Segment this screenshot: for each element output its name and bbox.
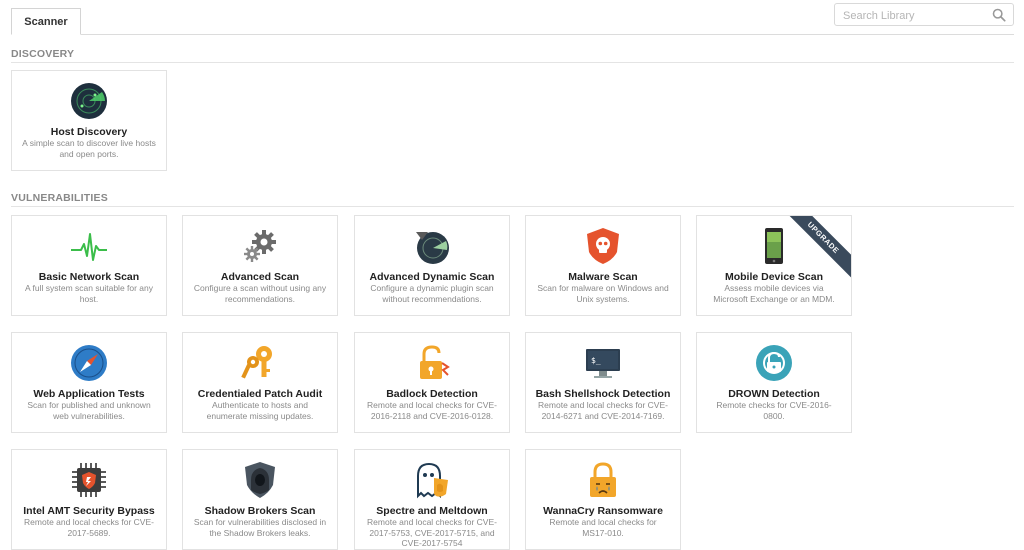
search-box[interactable]: [834, 3, 1014, 26]
card-description: Scan for malware on Windows and Unix sys…: [537, 283, 669, 304]
gears-icon: [240, 226, 280, 266]
card-description: Assess mobile devices via Microsoft Exch…: [713, 283, 835, 304]
card-description: Remote and local checks for CVE-2016-211…: [367, 400, 497, 421]
card-title: Host Discovery: [50, 126, 128, 138]
card-title: Malware Scan: [568, 271, 638, 283]
card-description: Scan for vulnerabilities disclosed in th…: [193, 517, 327, 538]
dynamic-radar-icon: [412, 226, 452, 266]
pulse-icon: [69, 226, 109, 266]
scan-card-host-discovery[interactable]: Host Discovery A simple scan to discover…: [11, 70, 167, 171]
lifebuoy-lock-icon: [754, 343, 794, 383]
card-title: Basic Network Scan: [38, 271, 140, 283]
mobile-phone-icon: [754, 226, 794, 266]
card-description: Configure a dynamic plugin scan without …: [370, 283, 494, 304]
scan-card-advanced-dynamic[interactable]: Advanced Dynamic Scan Configure a dynami…: [354, 215, 510, 316]
scan-card-shadow-brokers[interactable]: Shadow Brokers Scan Scan for vulnerabili…: [182, 449, 338, 550]
compass-icon: [69, 343, 109, 383]
card-title: WannaCry Ransomware: [543, 505, 663, 517]
card-description: Remote and local checks for MS17-010.: [549, 517, 657, 538]
card-title: Spectre and Meltdown: [376, 505, 488, 517]
search-input[interactable]: [841, 7, 990, 25]
magnifier-icon[interactable]: [992, 8, 1006, 22]
card-title: Shadow Brokers Scan: [204, 505, 316, 517]
card-description: Configure a scan without using any recom…: [193, 283, 327, 304]
card-description: Authenticate to hosts and enumerate miss…: [206, 400, 314, 421]
radar-icon: [69, 81, 109, 121]
card-description: A simple scan to discover live hosts and…: [22, 138, 156, 159]
scan-card-drown[interactable]: DROWN Detection Remote checks for CVE-20…: [696, 332, 852, 433]
scan-card-spectre-meltdown[interactable]: Spectre and Meltdown Remote and local ch…: [354, 449, 510, 550]
card-title: Advanced Scan: [220, 271, 300, 283]
card-description: Remote and local checks for CVE-2014-627…: [538, 400, 668, 421]
scan-card-intel-amt[interactable]: Intel AMT Security Bypass Remote and loc…: [11, 449, 167, 550]
section-title-discovery: DISCOVERY: [11, 48, 75, 60]
broken-lock-icon: [412, 343, 452, 383]
scan-card-basic-network[interactable]: Basic Network Scan A full system scan su…: [11, 215, 167, 316]
scan-card-credentialed-patch[interactable]: Credentialed Patch Audit Authenticate to…: [182, 332, 338, 433]
card-description: Scan for published and unknown web vulne…: [27, 400, 151, 421]
scan-card-wannacry[interactable]: WannaCry Ransomware Remote and local che…: [525, 449, 681, 550]
card-title: Web Application Tests: [33, 388, 145, 400]
tab-bar: Scanner: [0, 0, 1024, 36]
section-title-vulnerabilities: VULNERABILITIES: [11, 192, 108, 204]
svg-text:$_: $_: [591, 356, 601, 365]
tab-underline: [11, 34, 1014, 35]
card-description: A full system scan suitable for any host…: [24, 283, 154, 304]
scan-card-web-application[interactable]: Web Application Tests Scan for published…: [11, 332, 167, 433]
scan-card-bash-shellshock[interactable]: $_ Bash Shellshock Detection Remote and …: [525, 332, 681, 433]
card-description: Remote and local checks for CVE-2017-568…: [24, 517, 154, 538]
scan-card-badlock[interactable]: Badlock Detection Remote and local check…: [354, 332, 510, 433]
scan-card-advanced[interactable]: Advanced Scan Configure a scan without u…: [182, 215, 338, 316]
card-title: DROWN Detection: [728, 388, 820, 400]
crying-lock-icon: [583, 460, 623, 500]
card-description: Remote and local checks for CVE-2017-575…: [367, 517, 497, 548]
card-description: Remote checks for CVE-2016-0800.: [716, 400, 832, 421]
card-title: Mobile Device Scan: [724, 271, 824, 283]
card-title: Credentialed Patch Audit: [197, 388, 323, 400]
section-divider: [11, 62, 1014, 63]
card-title: Bash Shellshock Detection: [535, 388, 671, 400]
keys-icon: [240, 343, 280, 383]
tab-scanner[interactable]: Scanner: [11, 8, 81, 35]
scan-card-mobile-device[interactable]: UPGRADE Mobile Device Scan Assess mobile…: [696, 215, 852, 316]
hooded-figure-shield-icon: [240, 460, 280, 500]
scan-card-malware[interactable]: Malware Scan Scan for malware on Windows…: [525, 215, 681, 316]
terminal-monitor-icon: $_: [583, 343, 623, 383]
chip-shield-icon: [69, 460, 109, 500]
card-title: Intel AMT Security Bypass: [23, 505, 155, 517]
card-title: Badlock Detection: [386, 388, 478, 400]
ghost-shield-icon: [412, 460, 452, 500]
card-title: Advanced Dynamic Scan: [369, 271, 495, 283]
section-divider: [11, 206, 1014, 207]
skull-shield-icon: [583, 226, 623, 266]
